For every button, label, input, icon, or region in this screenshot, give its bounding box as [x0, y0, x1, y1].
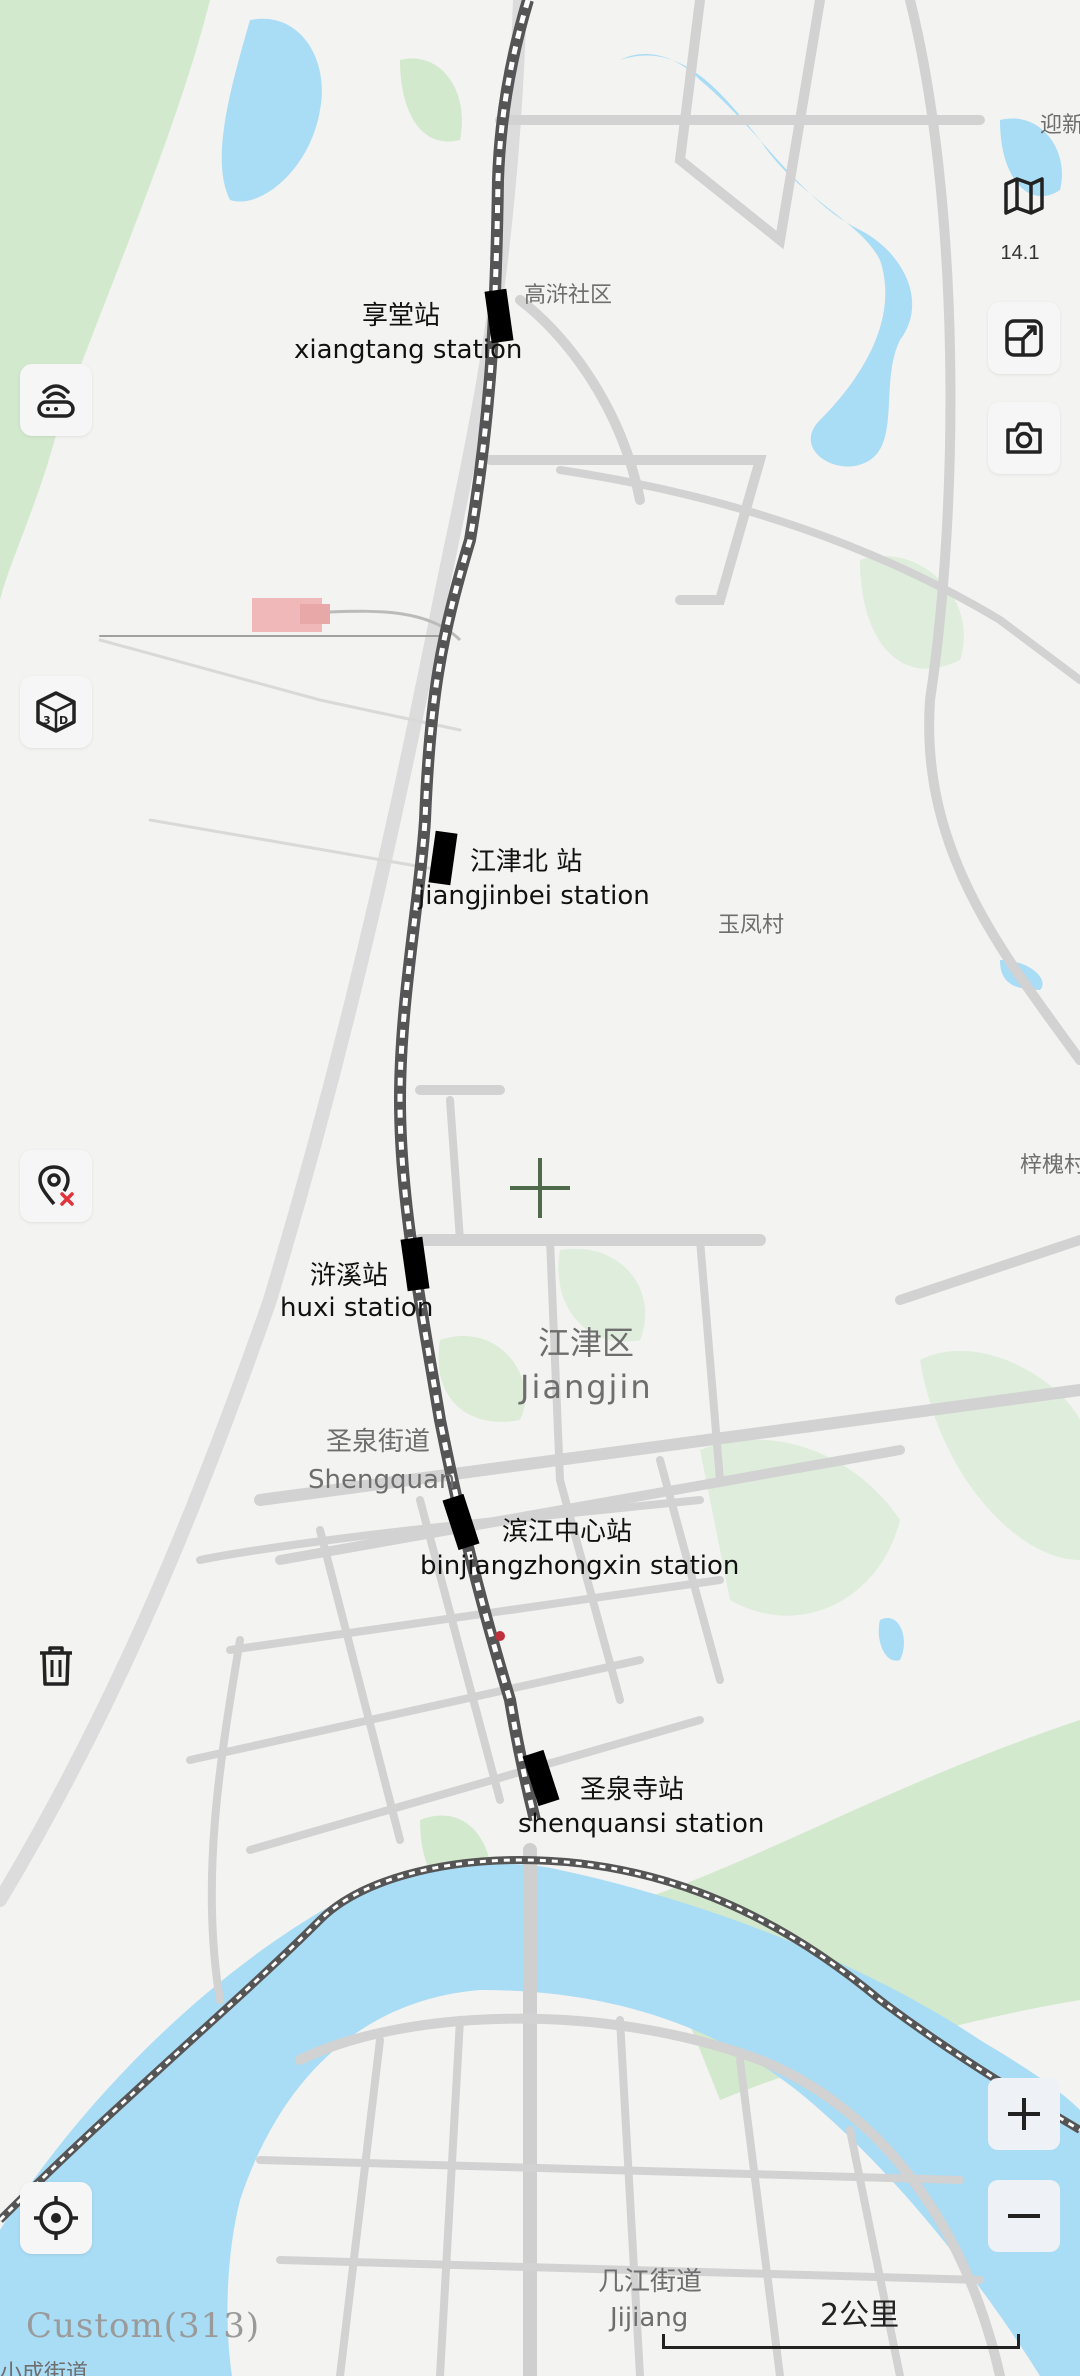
svg-text:3: 3 [43, 714, 51, 727]
fold-button[interactable] [988, 302, 1060, 374]
station-label-xiangtang-en: xiangtang station [294, 335, 522, 365]
locate-icon [34, 2196, 78, 2240]
label-shengquan-en: Shengquan [308, 1465, 455, 1495]
plus-icon [1008, 2098, 1040, 2130]
scale-bar [662, 2334, 1020, 2349]
camera-button[interactable] [988, 402, 1060, 474]
station-label-binjiangzhongxin-zh: 滨江中心站 [502, 1517, 632, 1547]
zoom-out-button[interactable] [988, 2180, 1060, 2252]
label-shengquan-zh: 圣泉街道 [326, 1427, 430, 1457]
label-jijiang-en: Jijiang [608, 2303, 688, 2333]
label-bottom-left: 小成街道 [0, 2361, 88, 2376]
fold-icon [1005, 319, 1043, 357]
zoom-level-label: 14.1 [1000, 242, 1040, 264]
label-gaojin: 高浒社区 [524, 283, 612, 308]
label-yufeng: 玉凤村 [718, 913, 784, 938]
locate-button[interactable] [20, 2182, 92, 2254]
station-label-huxi-en: huxi station [280, 1293, 433, 1323]
trash-icon [40, 1646, 72, 1686]
view-3d-button[interactable]: 3 D [20, 676, 92, 748]
3d-icon: 3 D [36, 691, 76, 733]
label-district-en: Jiangjin [518, 1368, 653, 1406]
label-district-zh: 江津区 [538, 1324, 634, 1362]
remove-pin-icon [38, 1165, 74, 1206]
zoom-in-button[interactable] [988, 2078, 1060, 2150]
custom-style-label: Custom(313) [26, 2306, 261, 2346]
station-label-huxi-zh: 浒溪站 [310, 1261, 388, 1291]
label-yingxin: 迎新 [1040, 113, 1080, 138]
station-label-shenquansi-en: shenquansi station [518, 1809, 764, 1839]
station-label-jiangjinbei-en: jiangjinbei station [417, 881, 650, 911]
label-zihe: 梓槐村 [1020, 1153, 1080, 1178]
router-icon [37, 384, 75, 418]
camera-icon [1006, 422, 1042, 454]
label-jijiang-zh: 几江街道 [598, 2267, 702, 2297]
router-button[interactable] [20, 364, 92, 436]
map-center-crosshair [510, 1158, 570, 1218]
station-label-binjiangzhongxin-en: binjiangzhongxin station [420, 1551, 739, 1581]
station-label-xiangtang-zh: 享堂站 [362, 301, 440, 331]
station-label-jiangjinbei-zh: 江津北 站 [470, 847, 582, 877]
trash-button[interactable] [20, 1630, 92, 1702]
svg-text:D: D [59, 714, 68, 727]
map-icon [1004, 177, 1044, 215]
scale-label: 2公里 [820, 2298, 900, 2333]
remove-pin-button[interactable] [20, 1150, 92, 1222]
map-layers-button[interactable] [988, 160, 1060, 232]
minus-icon [1008, 2214, 1040, 2218]
station-label-shenquansi-zh: 圣泉寺站 [580, 1775, 684, 1805]
